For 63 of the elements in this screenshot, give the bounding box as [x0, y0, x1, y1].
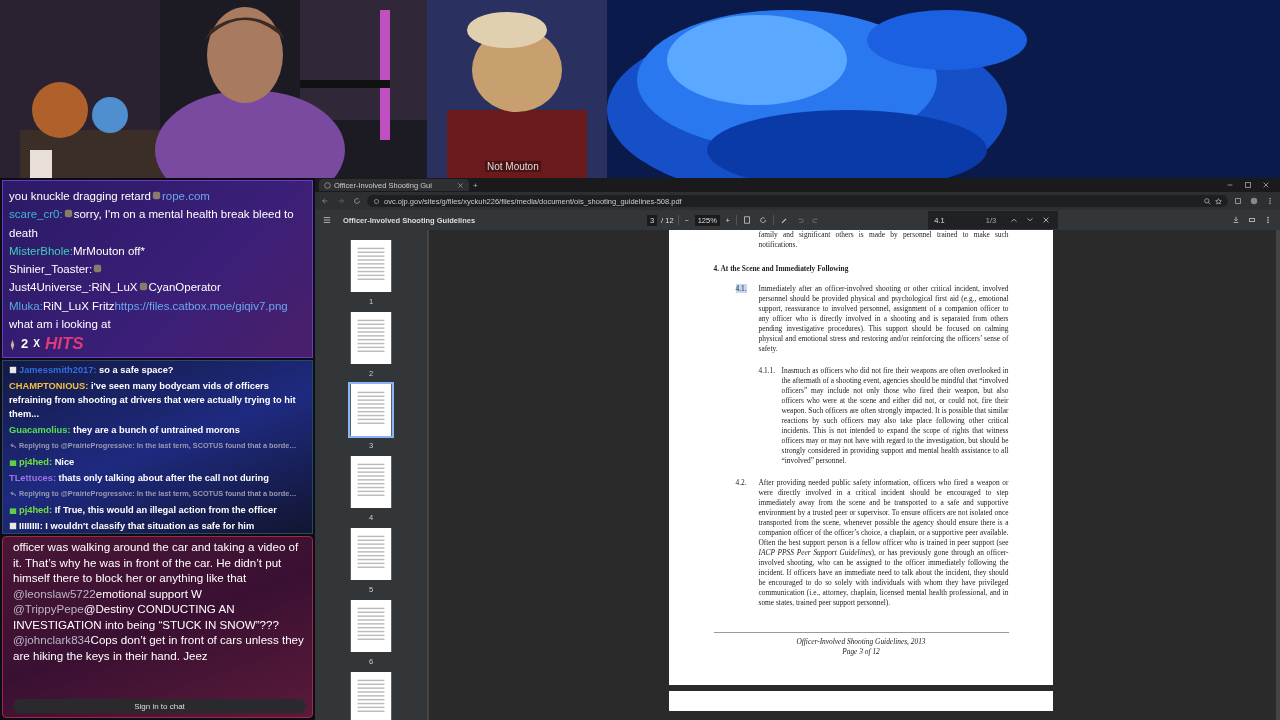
print-icon[interactable]	[1248, 216, 1256, 224]
page-thumbnail[interactable]	[348, 598, 394, 654]
gift-icon	[9, 506, 17, 514]
close-icon[interactable]	[1262, 181, 1270, 189]
chat-message: Mluka:RiN_LuX Fritzhttps://files.catbox.moe/giqiv7.png	[9, 298, 289, 314]
zoom-icon[interactable]	[1204, 197, 1211, 205]
chat-message: pj4hed: If True, this would an illegal action from the officer	[19, 504, 277, 517]
page-thumbnail[interactable]	[348, 526, 394, 582]
page-thumbnail[interactable]	[348, 382, 394, 438]
more-icon[interactable]	[1264, 216, 1272, 224]
gift-icon	[9, 458, 17, 466]
chat-message: @TrippyPepe@Destiny CONDUCTING AN INVESTIGATION into being “STUCK IN SNOW”???	[13, 601, 280, 632]
page-thumbnail[interactable]	[348, 454, 394, 510]
hits-label: HITS	[44, 335, 84, 354]
maximize-icon[interactable]	[1244, 181, 1252, 189]
chat-message: MisterBhole:MrMouton off*	[9, 243, 146, 259]
chat-message: Guacamolius: they are a bunch of untrained morons	[9, 424, 240, 437]
menu-icon[interactable]	[323, 216, 331, 224]
hit-count: 2	[21, 335, 29, 354]
fit-page-icon[interactable]	[742, 216, 751, 224]
reload-icon[interactable]	[353, 197, 361, 205]
chat-message: Jamessmith2017: so a safe space?	[19, 364, 174, 377]
emote-icon	[9, 366, 17, 374]
chat-message: IIIIIIII: I wouldn't classify that situation as safe for him	[19, 520, 255, 533]
emote-icon	[137, 281, 149, 293]
chat-message: @leonslaw5722emotional support W	[13, 585, 203, 601]
chat-message: CHAMPTONIOUS: i've seen many bodycam vids of officers refraining from shooting at drivers that were actually trying to hit them...	[9, 380, 297, 421]
rotate-icon[interactable]	[758, 216, 767, 224]
chat-message: TLettuces: thats only talking about after the call not during	[9, 472, 269, 485]
chat-message: Shinier_Toaster:	[9, 260, 308, 279]
previous-match-icon[interactable]	[1010, 216, 1019, 224]
chat-message: @johnclark834Cops don’t get in front of cars unless they are hiking the keys in their hand. Jeez	[13, 632, 305, 663]
hit-multiplier: X	[33, 337, 40, 352]
menu-icon[interactable]	[1266, 197, 1274, 205]
chat-message: pj4hed: Nice	[19, 456, 75, 469]
reply-icon	[9, 443, 17, 449]
site-info-icon[interactable]	[373, 197, 380, 205]
profile-icon[interactable]	[1250, 197, 1258, 205]
annotate-icon[interactable]	[779, 216, 788, 224]
chat-message: scare_cr0: sorry, I'm on a mental health break bleed to death	[9, 207, 295, 241]
emote-icon	[9, 522, 17, 530]
extensions-icon[interactable]	[1234, 197, 1242, 205]
next-match-icon[interactable]	[1026, 216, 1035, 224]
close-icon[interactable]	[1042, 216, 1051, 224]
emote-icon	[150, 190, 162, 201]
download-icon[interactable]	[1232, 216, 1240, 224]
back-icon[interactable]	[321, 197, 329, 205]
reply-icon	[9, 491, 17, 497]
star-icon[interactable]	[1215, 197, 1222, 205]
emote-icon	[92, 263, 104, 275]
globe-icon	[324, 181, 331, 189]
emote-icon	[9, 338, 16, 351]
new-tab-button[interactable]: +	[469, 180, 482, 190]
stream-caption: Not Mouton	[485, 161, 541, 172]
page-thumbnail[interactable]	[348, 310, 394, 366]
page-thumbnail[interactable]	[348, 670, 394, 720]
close-icon[interactable]	[457, 181, 464, 189]
page-thumbnail[interactable]	[348, 238, 394, 294]
chat-message: Just4Universe_:RiN_LuX CyanOperator	[9, 280, 222, 296]
sign-in-button[interactable]: Sign in to chat	[13, 699, 306, 713]
chat-message: what am i looking at	[9, 317, 112, 333]
chat-message: you knuckle dragging retard rope.com	[9, 189, 211, 204]
emote-icon	[62, 208, 74, 220]
